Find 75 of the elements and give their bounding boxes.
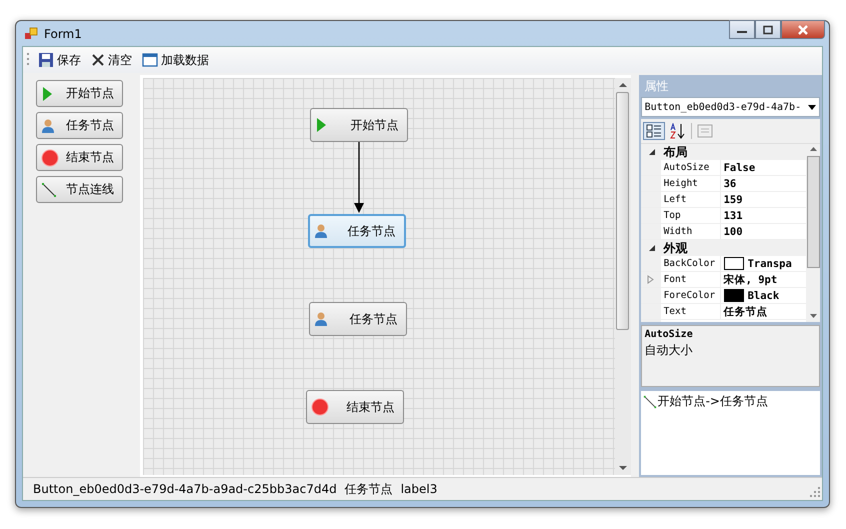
person-icon	[314, 311, 328, 327]
property-name: Text	[660, 304, 721, 319]
property-value[interactable]: 131	[724, 210, 743, 222]
vertical-scrollbar[interactable]	[614, 78, 631, 475]
property-name: Top	[660, 208, 721, 223]
minimize-button[interactable]	[729, 20, 755, 39]
property-pages-icon	[696, 124, 713, 138]
flow-node[interactable]: 任务节点	[308, 214, 406, 248]
maximize-button[interactable]	[755, 20, 781, 39]
window-title: Form1	[44, 26, 82, 40]
property-value[interactable]: 36	[724, 178, 736, 190]
property-value[interactable]: 159	[724, 194, 743, 206]
person-icon	[41, 118, 55, 134]
play-icon	[41, 86, 53, 102]
close-x-icon	[91, 53, 105, 67]
collapse-icon[interactable]	[648, 148, 656, 156]
scrollbar-thumb[interactable]	[806, 156, 820, 268]
property-value[interactable]: Black	[748, 290, 780, 302]
app-icon	[24, 26, 38, 40]
flow-node[interactable]: 结束节点	[306, 390, 404, 424]
collapse-icon[interactable]	[648, 244, 656, 252]
palette-button[interactable]: 节点连线	[36, 176, 123, 203]
property-value[interactable]: False	[724, 162, 756, 174]
flow-node[interactable]: 任务节点	[308, 302, 407, 336]
person-icon	[314, 223, 328, 239]
flow-node[interactable]: 开始节点	[310, 108, 408, 142]
property-name: BackColor	[660, 256, 721, 271]
palette-button[interactable]: 任务节点	[36, 112, 123, 139]
maximize-icon	[762, 24, 774, 34]
property-name: Left	[660, 192, 721, 207]
window-icon	[142, 52, 158, 68]
panel-title: 属性	[644, 78, 670, 95]
property-value[interactable]: 100	[724, 226, 743, 238]
categorized-list-icon	[646, 124, 662, 138]
description-text: 自动大小	[644, 342, 694, 359]
palette-button[interactable]: 开始节点	[36, 80, 123, 107]
toolbar-button[interactable]: 加载数据	[140, 52, 211, 68]
property-name: AutoSize	[660, 160, 721, 175]
scroll-up-icon[interactable]	[810, 147, 816, 152]
scroll-up-icon[interactable]	[618, 82, 627, 88]
close-button[interactable]	[781, 20, 825, 39]
category-label: 布局	[664, 144, 688, 160]
connection-item[interactable]: 开始节点->任务节点	[658, 393, 768, 410]
stop-icon	[310, 398, 329, 416]
toolbar-grip-icon	[27, 52, 30, 68]
category-label: 外观	[664, 240, 688, 256]
vertical-scrollbar[interactable]	[806, 144, 820, 322]
scrollbar-thumb[interactable]	[616, 92, 630, 330]
property-name: ForeColor	[660, 288, 721, 303]
play-icon	[314, 117, 327, 133]
property-value[interactable]: 任务节点	[724, 304, 768, 318]
property-name: Width	[660, 224, 721, 239]
stop-icon	[41, 148, 59, 166]
palette-button[interactable]: 结束节点	[36, 144, 123, 171]
status-text: 任务节点	[344, 480, 393, 498]
status-text: label3	[400, 482, 438, 496]
property-name: Height	[660, 176, 721, 191]
toolbar-button[interactable]: 清空	[89, 52, 134, 68]
categorized-button[interactable]	[642, 122, 665, 140]
property-name: Font	[660, 272, 721, 287]
connector-line-icon	[642, 394, 657, 408]
status-text: Button_eb0ed0d3-e79d-4a7b-a9ad-c25bb3ac7d4d	[33, 482, 337, 496]
description-title: AutoSize	[644, 329, 694, 340]
scroll-down-icon[interactable]	[810, 314, 816, 319]
close-icon	[797, 24, 809, 34]
property-value[interactable]: 宋体, 9pt	[724, 272, 778, 286]
connector-line-icon	[41, 182, 57, 198]
property-value[interactable]: Transpa	[748, 258, 792, 270]
sort-az-icon	[670, 123, 686, 139]
object-dropdown[interactable]: Button_eb0ed0d3-e79d-4a7b-	[640, 97, 820, 117]
dropdown-caret-icon	[808, 104, 816, 110]
connector-arrow	[352, 142, 365, 214]
toolbar-button[interactable]: 保存	[36, 52, 83, 68]
scroll-down-icon[interactable]	[618, 465, 627, 471]
size-grip-icon[interactable]	[810, 487, 820, 497]
